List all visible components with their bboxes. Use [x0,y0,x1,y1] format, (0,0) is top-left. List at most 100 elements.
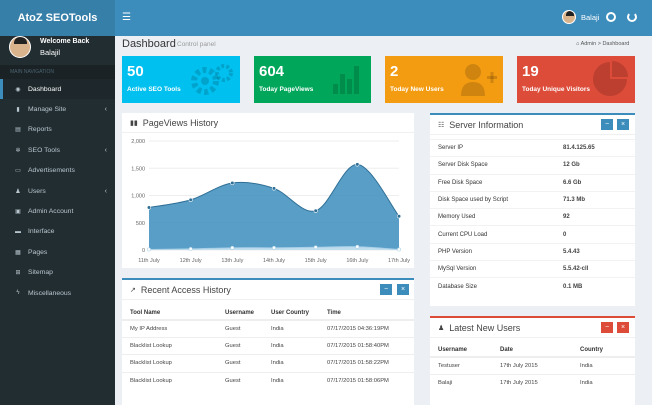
sidebar-item-interface[interactable]: ▬ Interface [0,222,115,242]
stat-box-newusers[interactable]: 2 Today New Users [385,56,503,103]
sidebar-item-users[interactable]: ♟ Users ‹ [0,181,115,201]
username-cell: Balaji [430,373,492,392]
chevron-left-icon: ‹ [104,187,107,195]
nav-section-label: MAIN NAVIGATION [0,65,115,79]
bar-chart-icon: ▮▮ [130,119,138,127]
data-point[interactable] [396,214,402,219]
tool-name-link[interactable]: Blacklist Lookup [122,371,217,390]
stat-value: 19 [522,63,539,80]
tool-name-link[interactable]: My IP Address [122,319,217,338]
sidebar-item-pages[interactable]: ▦ Pages [0,242,115,262]
close-button[interactable]: × [397,284,409,295]
table-row: Disk Space used by Script 71.3 Mb [430,190,635,209]
power-icon[interactable] [627,12,637,22]
table-row: Memory Used 92 [430,208,635,226]
x-tick-label: 14th July [263,258,285,264]
line-chart-icon: ↗ [130,286,136,294]
sidebar-item-reports[interactable]: ▤ Reports [0,120,115,140]
x-tick-label: 12th July [180,258,202,264]
sidebar-item-manage-site[interactable]: ▮ Manage Site ‹ [0,99,115,119]
table-row: Server IP 81.4.125.65 [430,138,635,157]
table-row: Current CPU Load 0 [430,225,635,244]
data-point[interactable] [271,186,277,191]
info-value: 5.5.42-cll [555,260,635,278]
users-icon: ♟ [15,188,21,195]
sidebar-item-dashboard[interactable]: ◉ Dashboard [0,79,115,100]
data-point[interactable] [313,208,318,213]
user-panel: Welcome Back Balajil [0,36,115,66]
bar-chart-icon [333,66,359,94]
info-value: 0.1 MB [555,277,635,296]
sidebar-item-label: Dashboard [28,85,62,93]
app-logo[interactable]: AtoZ SEOTools [0,0,115,36]
data-point[interactable] [355,162,360,167]
data-point[interactable] [355,244,360,249]
stat-box-tools[interactable]: 50 Active SEO Tools [122,56,240,103]
bar-chart-icon: ▮ [16,107,20,114]
info-key: Server Disk Space [430,156,555,175]
cogs-icon: ✲ [15,147,21,154]
x-tick-label: 16th July [346,258,368,264]
username-cell: Guest [217,336,263,355]
stat-label: Active SEO Tools [127,86,181,93]
info-value: 5.4.43 [555,242,635,261]
chevron-left-icon: ‹ [104,106,107,114]
breadcrumb: ⌂ Admin > Dashboard [576,41,629,47]
sidebar-item-label: Admin Account [28,208,74,216]
username-cell: Guest [217,371,263,390]
series-area [149,164,399,250]
sidebar-item-seo-tools[interactable]: ✲ SEO Tools ‹ [0,140,115,160]
tool-name-link[interactable]: Blacklist Lookup [122,336,217,355]
minimize-button[interactable]: − [601,322,613,333]
data-point[interactable] [146,205,152,210]
minimize-button[interactable]: − [601,119,613,130]
data-point[interactable] [188,247,193,251]
info-key: Current CPU Load [430,225,555,244]
table-row: MySql Version 5.5.42-cll [430,260,635,278]
data-point[interactable] [230,180,235,186]
sidebar-item-label: Manage Site [28,106,67,114]
close-button[interactable]: × [617,322,629,333]
close-button[interactable]: × [617,119,629,130]
info-key: Memory Used [430,208,555,226]
sidebar-menu: ◉ Dashboard ▮ Manage Site ‹ ▤ Reports ✲ SEO Tool… [0,79,115,303]
hamburger-icon[interactable]: ☰ [122,12,131,23]
stat-box-pageviews[interactable]: 604 Today PageViews [254,56,371,103]
stat-box-visitors[interactable]: 19 Today Unique Visitors [517,56,635,103]
data-point[interactable] [147,247,151,252]
data-point[interactable] [397,247,401,252]
new-users-table: Username Date Country Testuser 17th July 20… [430,343,635,392]
data-point[interactable] [188,197,193,202]
info-value: 92 [555,208,635,226]
sidebar-item-label: Interface [28,228,55,236]
breadcrumb-admin[interactable]: Admin [581,41,597,47]
sidebar-item-sitemap[interactable]: ⊞ Sitemap [0,263,115,283]
sidebar-item-label: Sitemap [28,269,53,277]
data-point[interactable] [313,245,318,250]
minimize-button[interactable]: − [380,284,392,295]
panel-title: PageViews History [142,117,219,128]
user-menu[interactable]: Balaji [562,10,599,24]
column-header: Date [492,343,572,358]
sidebar: Welcome Back Balajil MAIN NAVIGATION ◉ Da… [0,36,115,405]
table-row: Database Size 0.1 MB [430,277,635,296]
tool-name-link[interactable]: Blacklist Lookup [122,354,217,373]
stat-value: 604 [259,63,285,80]
sidebar-username: Balajil [40,48,61,57]
pageviews-chart: 2,000 1,500 1,000 500 0 11th July 12th July 13t… [131,139,410,264]
sidebar-item-advertisements[interactable]: ▭ Advertisements [0,161,115,181]
data-point[interactable] [272,245,276,250]
sidebar-item-miscellaneous[interactable]: ϟ Miscellaneous [0,283,115,303]
time-cell: 07/17/2015 01:58:22PM [319,354,414,373]
y-tick-label: 0 [142,248,145,254]
column-header: Time [319,306,414,321]
sidebar-item-label: SEO Tools [28,146,60,154]
page-title: Dashboard [122,38,176,50]
data-point[interactable] [230,245,235,250]
user-icon: ♟ [438,324,445,332]
sidebar-item-admin-account[interactable]: ▣ Admin Account [0,201,115,221]
globe-icon[interactable] [606,12,616,22]
desktop-icon: ▬ [15,228,21,235]
country-cell: India [572,356,635,375]
info-value: 6.6 Gb [555,173,635,192]
